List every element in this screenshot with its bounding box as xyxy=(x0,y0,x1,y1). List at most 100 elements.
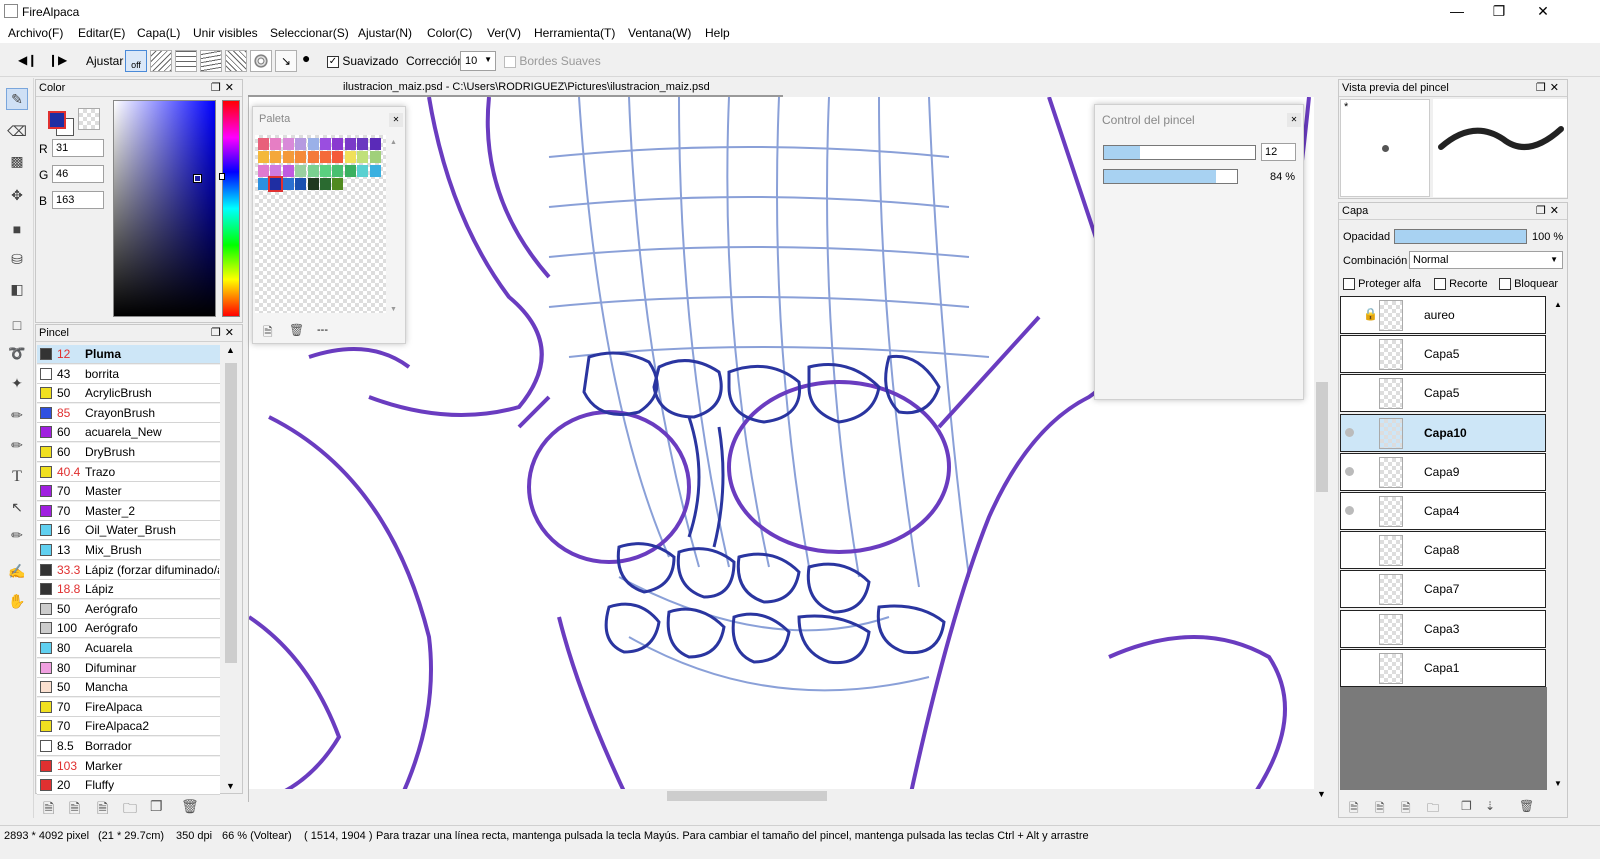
palette-swatch[interactable] xyxy=(320,164,331,177)
trash-icon[interactable]: 🗑 xyxy=(181,798,199,815)
duplicate-icon[interactable]: ❐ xyxy=(150,798,163,815)
bucket-tool-icon[interactable]: ⛁ xyxy=(6,248,28,270)
brush-item[interactable]: 60 acuarela_New xyxy=(37,423,220,443)
snap-off-button[interactable]: off xyxy=(125,50,147,72)
brush-item[interactable]: 70 FireAlpaca2 xyxy=(37,717,220,737)
scroll-thumb[interactable] xyxy=(225,363,237,663)
brush-item[interactable]: 80 Acuarela xyxy=(37,639,220,658)
eraser-tool-icon[interactable]: ⌫ xyxy=(6,120,28,142)
menu-color[interactable]: Color(C) xyxy=(427,26,472,40)
palette-swatch[interactable] xyxy=(268,175,284,192)
layer-row[interactable]: Capa8 xyxy=(1340,531,1546,570)
b-input[interactable]: 163 xyxy=(52,191,104,209)
layer-row[interactable]: Capa9 xyxy=(1340,452,1546,491)
brush-item[interactable]: 8.5 Borrador xyxy=(37,737,220,756)
folder-icon[interactable]: 🗀 xyxy=(1427,799,1439,820)
brush-size-slider[interactable] xyxy=(1103,145,1256,160)
palette-swatch[interactable] xyxy=(258,177,269,190)
layer-row[interactable]: Capa3 xyxy=(1340,609,1546,648)
snap-perspective-button[interactable] xyxy=(200,50,222,72)
layer-row[interactable]: Capa7 xyxy=(1340,570,1546,609)
canvas-hscrollbar[interactable] xyxy=(249,789,1314,802)
correccion-select[interactable]: 10 ▼ xyxy=(460,51,496,71)
bordes-suaves-checkbox[interactable]: Bordes Suaves xyxy=(504,54,601,76)
chevron-down-icon[interactable]: ▼ xyxy=(226,781,235,791)
palette-scrollbar[interactable]: ▲ ▼ xyxy=(390,137,400,315)
palette-swatch[interactable] xyxy=(332,164,344,177)
snap-curve-button[interactable]: ↘ xyxy=(275,50,297,72)
brush-item[interactable]: 16 Oil_Water_Brush xyxy=(37,521,220,541)
menu-archivo[interactable]: Archivo(F) xyxy=(8,26,63,40)
layer-row[interactable]: Capa5 xyxy=(1340,335,1546,374)
menu-ajustar[interactable]: Ajustar(N) xyxy=(358,26,412,40)
brush-item[interactable]: 103 Marker xyxy=(37,756,220,776)
vscroll-thumb[interactable] xyxy=(1316,382,1328,492)
hue-slider[interactable] xyxy=(222,100,240,317)
panel-controls-icon[interactable]: ❐✕ xyxy=(1536,203,1563,219)
folder-icon[interactable]: 🗀 xyxy=(123,798,137,822)
delete-palette-icon[interactable]: 🗑 xyxy=(289,323,304,337)
snap-parallel-button[interactable] xyxy=(150,50,172,72)
copy-brush-icon[interactable]: 🗎 xyxy=(97,798,108,822)
brush-item[interactable]: 70 Master xyxy=(37,482,220,502)
menu-capa[interactable]: Capa(L) xyxy=(137,26,180,40)
palette-swatch[interactable] xyxy=(258,151,269,164)
panel-controls-icon[interactable]: ❐✕ xyxy=(1536,80,1563,96)
hue-cursor[interactable] xyxy=(219,173,225,180)
snap-circle-button[interactable] xyxy=(250,50,272,72)
palette-swatch[interactable] xyxy=(369,151,381,164)
protect-alpha-checkbox[interactable]: Proteger alfa xyxy=(1343,278,1421,291)
panel-controls-icon[interactable]: ❐✕ xyxy=(211,325,238,341)
palette-swatch[interactable] xyxy=(258,164,269,177)
layer-row[interactable]: Capa1 xyxy=(1340,648,1546,687)
palette-swatch[interactable] xyxy=(357,151,369,164)
transparent-color[interactable] xyxy=(78,108,100,130)
brush-item[interactable]: 50 Mancha xyxy=(37,678,220,698)
menu-editar[interactable]: Editar(E) xyxy=(78,26,125,40)
magic-wand-tool-icon[interactable]: ✦ xyxy=(6,372,28,394)
lasso-tool-icon[interactable]: ➰ xyxy=(6,342,28,364)
palette-more-button[interactable]: --- xyxy=(317,324,328,336)
brush-item[interactable]: 70 FireAlpaca xyxy=(37,697,220,717)
brush-item[interactable]: 43 borrita xyxy=(37,364,220,384)
merge-down-icon[interactable]: ⇣ xyxy=(1485,799,1495,813)
brush-item[interactable]: 85 CrayonBrush xyxy=(37,403,220,423)
palette-swatch[interactable] xyxy=(344,164,356,177)
brush-item[interactable]: 18.8 Lápiz xyxy=(37,580,220,600)
new-1bit-layer-icon[interactable]: 🗎 xyxy=(1401,799,1411,820)
gradient-tool-icon[interactable]: ◧ xyxy=(6,278,28,300)
brush-item[interactable]: 13 Mix_Brush xyxy=(37,541,220,560)
brush-size-input[interactable]: 12 xyxy=(1261,143,1296,161)
r-input[interactable]: 31 xyxy=(52,139,104,157)
brush-item[interactable]: 80 Difuminar xyxy=(37,658,220,678)
sv-cursor[interactable] xyxy=(193,174,202,183)
lock-checkbox[interactable]: Bloquear xyxy=(1499,278,1558,291)
close-icon[interactable]: ✕ xyxy=(1520,0,1566,23)
eyedropper-tool-icon[interactable]: ✍ xyxy=(6,560,28,582)
palette-close-icon[interactable]: ✕ xyxy=(389,113,403,127)
chevron-up-icon[interactable]: ▲ xyxy=(226,345,235,355)
palette-swatch[interactable] xyxy=(295,177,307,190)
blend-select[interactable]: Normal ▼ xyxy=(1409,251,1563,269)
new-8bit-layer-icon[interactable]: 🗎 xyxy=(1375,799,1385,820)
palette-swatch[interactable] xyxy=(332,151,344,164)
canvas-vscrollbar[interactable]: ▼ xyxy=(1314,97,1330,802)
brush-item[interactable]: 12 Pluma xyxy=(37,345,220,364)
menu-herramienta[interactable]: Herramienta(T) xyxy=(534,26,615,40)
palette-swatch[interactable] xyxy=(320,177,331,190)
menu-help[interactable]: Help xyxy=(705,26,730,40)
palette-swatch[interactable] xyxy=(332,138,344,150)
palette-swatch[interactable] xyxy=(282,138,294,150)
palette-swatch[interactable] xyxy=(369,164,381,177)
layer-row[interactable]: Capa4 xyxy=(1340,492,1546,530)
palette-swatch[interactable] xyxy=(344,151,356,164)
palette-swatch[interactable] xyxy=(295,164,307,177)
layer-row[interactable]: 🔒 aureo xyxy=(1340,296,1546,334)
brush-item[interactable]: 100 Aerógrafo xyxy=(37,619,220,639)
palette-swatch[interactable] xyxy=(307,177,319,190)
hand-tool-icon[interactable]: ✋ xyxy=(6,590,28,612)
palette-swatch[interactable] xyxy=(320,138,331,150)
snap-grid-button[interactable] xyxy=(175,50,197,72)
palette-swatch[interactable] xyxy=(270,151,282,164)
palette-swatch[interactable] xyxy=(357,138,369,150)
